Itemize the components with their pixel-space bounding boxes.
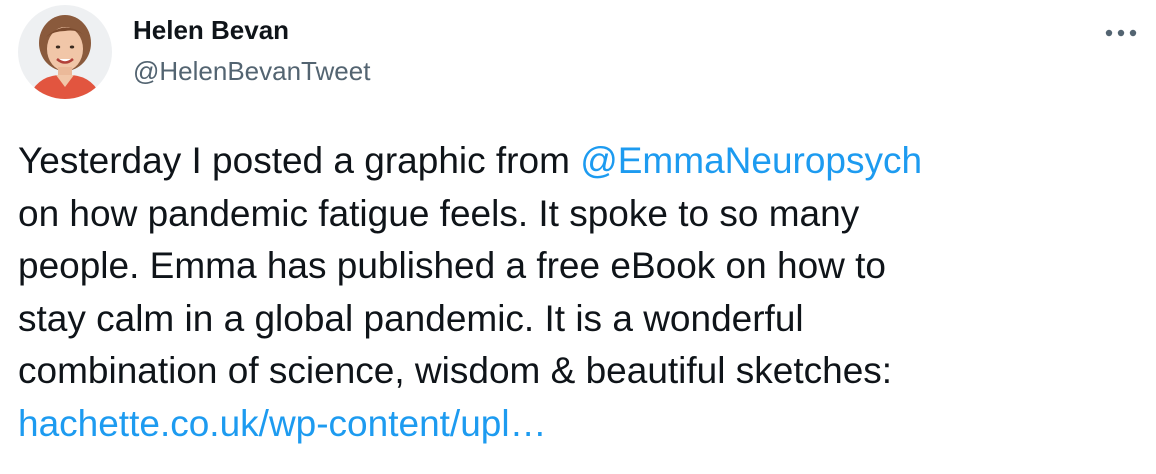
tweet-line: Yesterday I posted a graphic from @EmmaN… xyxy=(18,135,1138,188)
tweet-text-segment: Yesterday I posted a graphic from xyxy=(18,140,581,181)
more-horizontal-icon xyxy=(1105,29,1137,37)
tweet-line: stay calm in a global pandemic. It is a … xyxy=(18,297,804,339)
tweet-line: people. Emma has published a free eBook … xyxy=(18,245,887,286)
avatar[interactable] xyxy=(18,5,112,99)
author-handle[interactable]: @HelenBevanTweet xyxy=(133,54,370,88)
tweet-line: hachette.co.uk/wp-content/upl… xyxy=(18,398,1138,451)
tweet-line: on how pandemic fatigue feels. It spoke … xyxy=(18,192,860,234)
url-link[interactable]: hachette.co.uk/wp-content/upl… xyxy=(18,403,547,444)
author-block: Helen Bevan @HelenBevanTweet xyxy=(133,13,370,88)
tweet-text: Yesterday I posted a graphic from @EmmaN… xyxy=(18,135,1138,450)
author-display-name[interactable]: Helen Bevan xyxy=(133,13,370,47)
mention-link[interactable]: @EmmaNeuropsych xyxy=(580,140,922,181)
tweet-card: Helen Bevan @HelenBevanTweet Yesterday I… xyxy=(0,0,1156,474)
profile-photo-icon xyxy=(18,5,112,99)
more-options-button[interactable] xyxy=(1104,26,1138,40)
tweet-line: combination of science, wisdom & beautif… xyxy=(18,350,893,391)
